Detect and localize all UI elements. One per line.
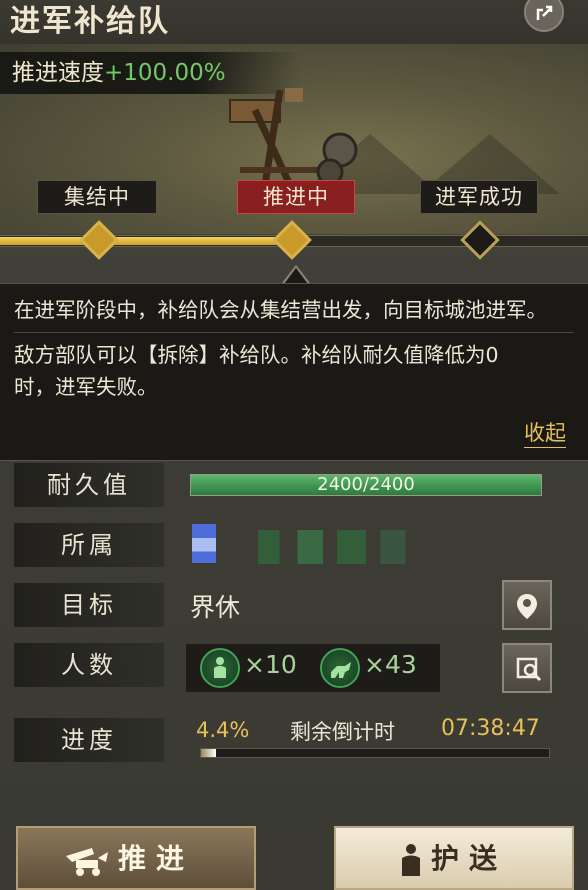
share-icon: [536, 5, 553, 20]
collapse-link[interactable]: 收起: [524, 417, 566, 448]
divider: [14, 332, 574, 333]
stage-tag-success: 进军成功: [420, 180, 538, 214]
stage-tag-gathering: 集结中: [37, 180, 157, 214]
progress-percent: 4.4%: [196, 718, 250, 742]
header: 进军补给队: [0, 0, 588, 44]
troops-label: 人数: [14, 643, 164, 687]
stage-tag-advancing: 推进中: [237, 180, 355, 214]
soldier-icon: [402, 844, 420, 876]
countdown-value: 07:38:47: [441, 716, 540, 741]
advance-button[interactable]: 推进: [16, 826, 256, 890]
description-paragraph-1: 在进军阶段中，补给队会从集结营出发，向目标城池进军。: [14, 298, 547, 322]
share-button[interactable]: [524, 0, 564, 32]
owner-label: 所属: [14, 523, 164, 567]
speed-value: +100.00%: [104, 60, 226, 86]
march-progress-fill: [201, 749, 217, 757]
durability-label: 耐久值: [14, 463, 164, 507]
owner-name-blurred: [240, 530, 420, 564]
cart-icon: [66, 848, 108, 876]
target-value: 界休: [190, 593, 241, 622]
march-progress-bar: [200, 748, 550, 758]
durability-value: 2400/2400: [317, 474, 415, 495]
page-title: 进军补给队: [10, 4, 170, 39]
supply-convoy-panel: 进军补给队 推进速度+100.00% 集结中 推进中 进军成功 在进军阶段中，补…: [0, 0, 588, 890]
countdown-label: 剩余倒计时: [290, 720, 395, 744]
search-icon: [516, 657, 542, 682]
target-label: 目标: [14, 583, 164, 627]
speed-label-text: 推进速度: [12, 60, 104, 86]
view-troops-button[interactable]: [502, 643, 552, 693]
tooltip-pointer: [284, 268, 308, 284]
stage-description: 在进军阶段中，补给队会从集结营出发，向目标城池进军。 敌方部队可以【拆除】补给队…: [0, 283, 588, 461]
escort-button-label: 护送: [430, 842, 507, 875]
advance-button-label: 推进: [117, 842, 194, 875]
siege-engine-image: [229, 88, 358, 187]
alliance-flag-icon: [192, 524, 216, 570]
progress-label: 进度: [14, 718, 164, 762]
infantry-count: ×10: [244, 650, 297, 679]
locate-target-button[interactable]: [502, 580, 552, 630]
infantry-icon: [200, 648, 240, 688]
cavalry-count: ×43: [364, 650, 417, 679]
durability-bar: 2400/2400: [190, 474, 542, 496]
description-paragraph-2: 敌方部队可以【拆除】补给队。补给队耐久值降低为0时，进军失败。: [14, 343, 499, 399]
stage-progress-fill: [0, 237, 294, 245]
location-pin-icon: [517, 594, 537, 619]
cavalry-icon: [320, 648, 360, 688]
escort-button[interactable]: 护送: [334, 826, 574, 890]
